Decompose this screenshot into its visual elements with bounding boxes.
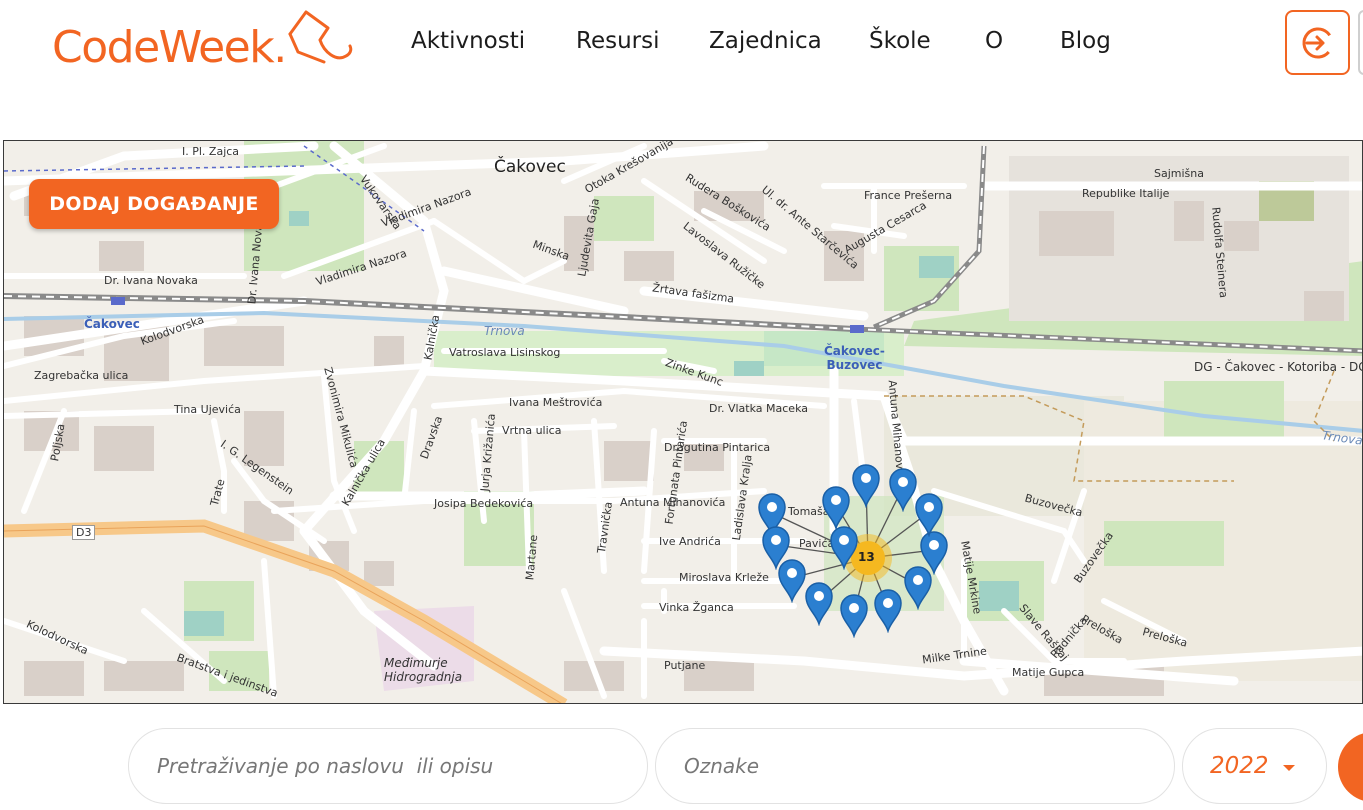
map-label-street: Vrtna ulica (502, 424, 562, 437)
add-event-button[interactable]: DODAJ DOGAĐANJE (29, 179, 279, 229)
map-label-street: I. Pl. Zajca (182, 145, 240, 158)
chevron-down-icon (1283, 765, 1295, 771)
map-label-station-west: Čakovec (84, 317, 140, 331)
year-select[interactable]: 2022 (1182, 728, 1327, 804)
map-label-street: Josipa Bedekovića (434, 497, 534, 510)
logo-text: CodeWeek. (52, 22, 287, 73)
map-label-street: Sajmišna (1154, 167, 1204, 180)
codeweek-logo[interactable]: CodeWeek. (52, 8, 362, 74)
year-value: 2022 (1210, 753, 1269, 779)
cluster-count: 13 (858, 550, 875, 564)
nav-item-zajednica[interactable]: Zajednica (709, 28, 822, 54)
map-label-street: Tina Ujevića (174, 403, 241, 416)
search-bar: 2022 (0, 704, 1363, 810)
nav-item-aktivnosti[interactable]: Aktivnosti (411, 28, 525, 54)
map-marker-icon[interactable] (887, 466, 919, 512)
map-marker-icon[interactable] (850, 462, 882, 508)
map-marker-icon[interactable] (803, 580, 835, 626)
search-input[interactable] (128, 728, 648, 804)
search-button[interactable] (1338, 732, 1363, 802)
side-panel-edge[interactable] (1358, 10, 1363, 75)
map-label-city: Čakovec (494, 157, 566, 177)
events-map[interactable]: Čakovec Čakovec Čakovec- Buzovec Trnova … (3, 140, 1363, 704)
nav-item-resursi[interactable]: Resursi (576, 28, 660, 54)
map-label-street: Dr. Vlatka Maceka (709, 402, 808, 415)
map-label-street: Ive Andrića (659, 535, 721, 548)
tags-input[interactable] (655, 728, 1175, 804)
map-label-street: Miroslava Krleže (679, 571, 769, 584)
nav-item-skole[interactable]: Škole (869, 28, 931, 54)
map-marker-icon[interactable] (838, 592, 870, 638)
map-marker-icon[interactable] (872, 587, 904, 633)
map-label-street: Republike Italije (1082, 187, 1170, 200)
map-label-street: Ivana Meštrovića (509, 396, 603, 409)
nav-item-blog[interactable]: Blog (1060, 28, 1111, 54)
map-label-street: Zagrebačka ulica (34, 369, 129, 382)
map-label-place: Međimurje Hidrogradnja (384, 656, 463, 684)
map-label-railway: DG - Čakovec - Kotoriba - DG (1194, 360, 1363, 374)
map-label-street: Vinka Žganca (659, 601, 734, 614)
map-label-street: Putjane (664, 659, 706, 672)
map-label-street: Vatroslava Lisinskog (449, 346, 561, 359)
map-label-street: France Prešerna (864, 189, 953, 202)
map-marker-icon[interactable] (828, 524, 860, 570)
login-button[interactable] (1285, 10, 1350, 75)
map-label-river: Trnova (484, 324, 525, 338)
logo-mark-icon (288, 10, 353, 64)
nav-item-o[interactable]: O (985, 28, 1003, 54)
map-label-street: Matije Gupca (1012, 666, 1085, 679)
map-label-station-east: Čakovec- Buzovec (824, 344, 885, 372)
site-header: CodeWeek. Aktivnosti Resursi Zajednica Š… (0, 0, 1363, 140)
sign-in-icon (1302, 27, 1333, 58)
map-label-road-number: D3 (72, 525, 96, 540)
map-label-street: Dr. Ivana Novaka (104, 274, 198, 287)
